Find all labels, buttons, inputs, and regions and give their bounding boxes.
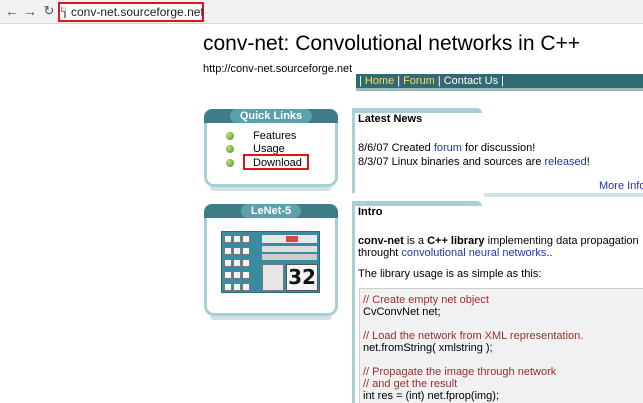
- reload-icon[interactable]: ↻: [41, 3, 57, 19]
- back-arrow-icon[interactable]: ←: [4, 3, 20, 19]
- nav-link-home[interactable]: Home: [365, 75, 394, 87]
- news-text: 8/6/07 Created: [358, 142, 434, 154]
- lenet-demo-image[interactable]: 32: [221, 231, 320, 293]
- code-line: net.fromString( xmlstring );: [363, 342, 493, 354]
- browser-toolbar: ← → ↻ conv-net.sourceforge.net: [0, 0, 643, 24]
- feature-map-column: [224, 235, 254, 291]
- library-name: conv-net: [358, 235, 404, 247]
- latest-news-footer-bar: [484, 193, 643, 197]
- forum-link[interactable]: forum: [434, 142, 462, 154]
- green-bullet-icon: [226, 131, 234, 140]
- latest-news-left-border: [352, 108, 355, 193]
- news-text: 8/3/07 Linux binaries and sources are: [358, 156, 545, 168]
- nav-link-contact-us[interactable]: Contact Us: [444, 75, 498, 87]
- news-item: 8/3/07 Linux binaries and sources are re…: [358, 156, 590, 168]
- intro-paragraph-2: throught convolutional neural networks..: [358, 247, 552, 259]
- quick-links-box-shadow: [210, 187, 332, 191]
- intro-text: ..: [546, 247, 553, 259]
- quick-links-title: Quick Links: [229, 109, 313, 123]
- news-text: for discussion!: [461, 142, 536, 154]
- intro-text: is a: [403, 235, 428, 247]
- lenet-title: LeNet-5: [240, 204, 302, 218]
- latest-news-title: Latest News: [358, 113, 423, 125]
- green-bullet-icon: [226, 158, 234, 167]
- page-title: conv-net: Convolutional networks in C++: [203, 32, 581, 55]
- cnn-link[interactable]: convolutional neural networks: [401, 247, 546, 259]
- nav-separator: |: [501, 75, 504, 87]
- intro-left-border: [352, 201, 355, 403]
- news-text: !: [586, 156, 590, 168]
- intro-text: throught: [358, 247, 402, 259]
- code-line: // Create empty net object: [363, 294, 489, 306]
- news-item: 8/6/07 Created forum for discussion!: [358, 142, 535, 154]
- quick-links-header: Quick Links: [204, 109, 338, 123]
- code-line: // Load the network from XML representat…: [363, 330, 584, 342]
- intro-text: implementing data propagation: [484, 235, 639, 247]
- released-link[interactable]: released: [545, 156, 587, 168]
- code-line: int res = (int) net.fprop(img);: [363, 390, 500, 402]
- page-icon: [61, 6, 66, 18]
- code-line: CvConvNet net;: [363, 306, 441, 318]
- more-info-link[interactable]: More Info: [599, 180, 643, 192]
- intro-paragraph-1: conv-net is a C++ library implementing d…: [358, 235, 639, 247]
- lenet-box-shadow: [210, 316, 332, 320]
- list-item[interactable]: Features: [226, 129, 302, 142]
- nav-link-forum[interactable]: Forum: [403, 75, 435, 87]
- forward-arrow-icon[interactable]: →: [22, 3, 38, 19]
- code-line: // and get the result: [363, 378, 458, 390]
- intro-title: Intro: [358, 206, 383, 218]
- nav-separator: |: [437, 75, 441, 87]
- library-type: C++ library: [427, 235, 485, 247]
- lenet-header: LeNet-5: [204, 204, 338, 218]
- intro-paragraph-3: The library usage is as simple as this:: [358, 268, 542, 280]
- quick-link-features[interactable]: Features: [253, 130, 296, 142]
- digit-sample: 32: [286, 264, 318, 291]
- code-line: // Propagate the image through network: [363, 366, 557, 378]
- address-bar-url[interactable]: conv-net.sourceforge.net: [71, 5, 204, 19]
- site-url-text: http://conv-net.sourceforge.net: [203, 63, 353, 75]
- nav-separator: |: [359, 75, 362, 87]
- address-bar[interactable]: conv-net.sourceforge.net: [58, 2, 204, 22]
- nav-underline: [356, 88, 643, 91]
- download-highlight-box: [243, 154, 309, 170]
- green-bullet-icon: [226, 145, 234, 153]
- nav-separator: |: [397, 75, 401, 87]
- top-nav-bar: | Home | Forum | Contact Us |: [356, 74, 643, 88]
